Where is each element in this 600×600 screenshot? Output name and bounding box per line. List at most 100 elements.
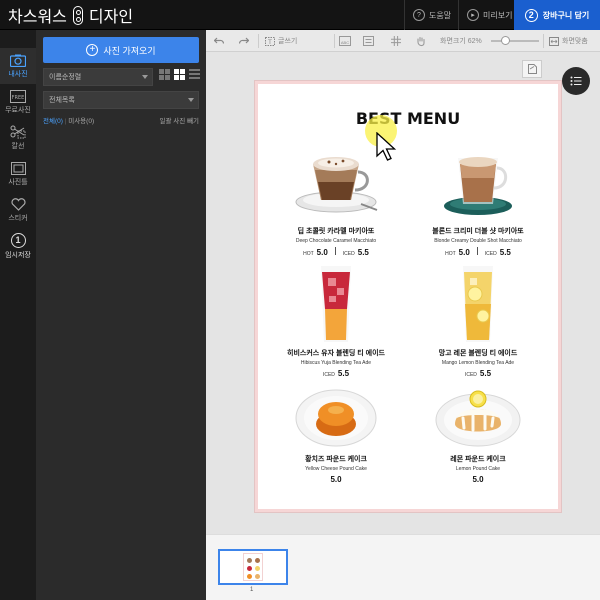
thumbnail-preview: [243, 553, 263, 581]
nav-my-photos[interactable]: 내사진: [0, 48, 36, 84]
editor-canvas[interactable]: BEST MENU 딥 초콜릿 카라멜 마키아또 Deep Chocolate …: [206, 52, 600, 534]
item-price: 5.0: [330, 475, 342, 484]
logo-mark-icon: [72, 5, 83, 25]
item-name-en: Deep Chocolate Caramel Macchiato: [295, 238, 377, 244]
chevron-down-icon: [188, 98, 194, 102]
menu-title[interactable]: BEST MENU: [258, 109, 558, 128]
zoom-label: 화면크기 62%: [440, 30, 482, 52]
hot-price: 5.0: [458, 248, 470, 257]
chevron-down-icon: [142, 75, 148, 79]
document-icon: [527, 64, 537, 74]
hot-label: HOT: [303, 251, 314, 257]
hot-label: HOT: [445, 251, 456, 257]
frame-icon: [10, 161, 26, 175]
item-name-en: Lemon Pound Cake: [455, 466, 501, 472]
menu-item[interactable]: 망고 레몬 블렌딩 티 에이드 Mango Lemon Blending Tea…: [408, 264, 548, 378]
logo-right-text: 디자인: [88, 7, 134, 26]
zoom-slider-track[interactable]: [491, 40, 539, 42]
save-number-icon: 1: [10, 232, 26, 248]
undo-button[interactable]: [214, 30, 224, 52]
help-icon: ?: [413, 9, 425, 21]
pan-tool-button[interactable]: [416, 30, 426, 52]
list-icon: [570, 76, 582, 86]
hand-icon: [417, 36, 425, 46]
item-name-kr: 황치즈 파운드 케이크: [305, 456, 367, 463]
nav-temp-save[interactable]: 1 임시저장: [0, 228, 36, 264]
item-name-en: Yellow Cheese Pound Cake: [305, 466, 367, 472]
iced-price: 5.5: [499, 248, 511, 257]
grid-icon: [391, 36, 401, 46]
iced-price: 5.5: [357, 248, 369, 257]
redo-icon: [239, 37, 249, 44]
undo-icon: [214, 37, 224, 44]
menu-item[interactable]: 황치즈 파운드 케이크 Yellow Cheese Pound Cake 5.0: [266, 384, 406, 484]
app-logo[interactable]: 차스워스 디자인: [8, 5, 134, 26]
cheese-pound-cake-image: [291, 384, 381, 450]
photo-filter-row: 전체(0) | 미사용(0) 일괄 사진 빼기: [43, 115, 199, 125]
nav-photo-frame[interactable]: 사진틀: [0, 156, 36, 192]
editor-toolbar: T 글쓰기 ABC 화면크기 62% 화면맞춤: [206, 30, 600, 52]
iced-price: 5.5: [479, 369, 492, 378]
nav-label: 칼선: [11, 143, 25, 150]
zoom-slider-handle[interactable]: [501, 36, 510, 45]
menu-item[interactable]: 레몬 파운드 케이크 Lemon Pound Cake 5.0: [408, 384, 548, 484]
import-photo-button[interactable]: + 사진 가져오기: [43, 37, 199, 63]
bulk-remove-link[interactable]: 일괄 사진 빼기: [160, 115, 200, 125]
price-divider: [476, 247, 478, 255]
cart-step-number: 2: [524, 8, 538, 22]
item-name-kr: 딥 초콜릿 카라멜 마키아또: [297, 228, 375, 235]
filter-unused-link[interactable]: 미사용(0): [68, 118, 94, 125]
photo-icon: [10, 54, 26, 67]
nav-sticker[interactable]: 스티커: [0, 192, 36, 228]
help-button[interactable]: ? 도움말: [404, 0, 459, 30]
hibiscus-ade-image: [291, 264, 381, 344]
menu-item[interactable]: 블론드 크리미 더블 샷 마키아또 Blonde Creamy Double S…: [408, 142, 548, 257]
folder-select[interactable]: 전체목록: [43, 91, 199, 109]
nav-free-photos[interactable]: FREE 무료사진: [0, 84, 36, 120]
hot-price: 5.0: [316, 248, 328, 257]
sort-select[interactable]: 이름순정렬: [43, 68, 153, 86]
item-price-row: 5.0: [408, 475, 548, 484]
mango-lemon-ade-image: [433, 264, 523, 344]
scissors-icon: [10, 125, 26, 139]
item-price-row: HOT 5.0 ICED 5.5: [266, 247, 406, 257]
menu-item[interactable]: 히비스커스 유자 블렌딩 티 에이드 Hibiscus Yuja Blendin…: [266, 264, 406, 378]
item-price-row: ICED 5.5: [266, 369, 406, 378]
toolbar-divider: [543, 34, 544, 48]
import-photo-label: 사진 가져오기: [103, 45, 156, 56]
view-small-grid-button[interactable]: [173, 68, 186, 81]
iced-label: ICED: [342, 251, 355, 257]
fit-screen-icon: [549, 36, 559, 46]
preview-button[interactable]: ▸ 미리보기: [458, 0, 520, 30]
svg-text:FREE: FREE: [12, 95, 25, 101]
view-large-grid-button[interactable]: [158, 68, 171, 81]
cart-label: 장바구니 담기: [542, 10, 590, 20]
grid-toggle-button[interactable]: [391, 30, 401, 52]
filter-all-link[interactable]: 전체(0): [43, 118, 63, 125]
iced-price: 5.5: [337, 369, 350, 378]
item-name-kr: 망고 레몬 블렌딩 티 에이드: [438, 350, 518, 357]
view-list-button[interactable]: [188, 68, 201, 81]
layout-button[interactable]: [363, 30, 374, 52]
layers-menu-button[interactable]: [562, 67, 590, 95]
nav-cut-line[interactable]: 칼선: [0, 120, 36, 156]
plus-icon: +: [86, 44, 99, 56]
menu-page[interactable]: BEST MENU 딥 초콜릿 카라멜 마키아또 Deep Chocolate …: [255, 81, 561, 512]
toolbar-divider: [334, 34, 335, 48]
svg-text:T: T: [267, 39, 272, 46]
price-divider: [334, 247, 336, 255]
free-photo-icon: FREE: [10, 89, 26, 103]
top-bar: 차스워스 디자인 ? 도움말 ▸ 미리보기 2 장바구니 담기: [0, 0, 600, 30]
text-tool-button[interactable]: T 글쓰기: [265, 30, 297, 52]
page-thumbnail[interactable]: [218, 549, 288, 585]
zoom-label-text: 화면크기 62%: [440, 38, 482, 45]
fit-screen-button[interactable]: 화면맞춤: [549, 30, 588, 52]
help-label: 도움말: [429, 10, 452, 20]
add-to-cart-button[interactable]: 2 장바구니 담기: [514, 0, 600, 30]
iced-label: ICED: [464, 372, 477, 378]
redo-button[interactable]: [239, 30, 249, 52]
item-name-kr: 히비스커스 유자 블렌딩 티 에이드: [287, 350, 385, 357]
page-settings-button[interactable]: [522, 60, 542, 78]
text-style-button[interactable]: ABC: [339, 30, 351, 52]
nav-label: 스티커: [8, 214, 28, 222]
